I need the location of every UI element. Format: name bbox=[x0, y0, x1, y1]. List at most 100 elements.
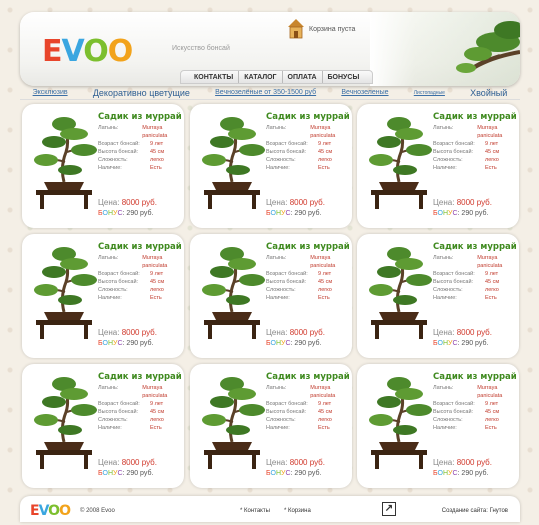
spec-height: Высота бонсай: 45 см bbox=[98, 149, 165, 155]
arrow-corner-icon[interactable]: ↗ bbox=[382, 502, 396, 516]
nav-contacts[interactable]: КОНТАКТЫ bbox=[189, 71, 240, 83]
product-price: Цена: 8000 руб. bbox=[433, 328, 492, 337]
product-bonus: БОНУС: 290 руб. bbox=[433, 340, 489, 347]
nav-catalog[interactable]: КАТАЛОГ bbox=[239, 71, 283, 83]
spec-availability: Наличие: Есть bbox=[266, 295, 330, 301]
product-bonus: БОНУС: 290 руб. bbox=[98, 340, 154, 347]
product-bonus: БОНУС: 290 руб. bbox=[98, 210, 154, 217]
spec-difficulty: Сложность: легко bbox=[266, 157, 332, 163]
product-card[interactable]: Садик из муррай Латынь: Murraya paniculat… bbox=[22, 104, 184, 228]
product-title[interactable]: Садик из муррай bbox=[98, 372, 182, 382]
footer-link-contacts[interactable]: * Контакты bbox=[240, 508, 270, 514]
spec-availability: Наличие: Есть bbox=[266, 165, 330, 171]
spec-height: Высота бонсай: 45 см bbox=[266, 409, 333, 415]
product-card[interactable]: Садик из муррай Латынь: Murraya paniculat… bbox=[22, 234, 184, 358]
spec-latin: Латынь: Murraya paniculata bbox=[98, 255, 168, 269]
product-price: Цена: 8000 руб. bbox=[433, 458, 492, 467]
spec-latin: Латынь: Murraya paniculata bbox=[266, 255, 336, 269]
category-bar: Эксклюзив Декоративно цветущие Вечнозелё… bbox=[20, 86, 520, 100]
category-flowering[interactable]: Декоративно цветущие bbox=[93, 88, 190, 98]
spec-age: Возраст бонсай: 9 лет bbox=[433, 401, 499, 407]
spec-difficulty: Сложность: легко bbox=[98, 157, 164, 163]
product-card[interactable]: Садик из муррай Латынь: Murraya paniculat… bbox=[190, 234, 352, 358]
product-title[interactable]: Садик из муррай bbox=[266, 242, 350, 252]
site-credit: Создание сайта: Гнутов bbox=[441, 508, 508, 514]
spec-difficulty: Сложность: легко bbox=[266, 287, 332, 293]
product-title[interactable]: Садик из муррай bbox=[266, 372, 350, 382]
product-title[interactable]: Садик из муррай bbox=[98, 242, 182, 252]
spec-availability: Наличие: Есть bbox=[98, 165, 162, 171]
spec-latin: Латынь: Murraya paniculata bbox=[433, 255, 503, 269]
spec-latin: Латынь: Murraya paniculata bbox=[433, 385, 503, 399]
footer-logo[interactable]: EVOO bbox=[30, 503, 71, 519]
product-card[interactable]: Садик из муррай Латынь: Murraya paniculat… bbox=[357, 234, 519, 358]
product-title[interactable]: Садик из муррай bbox=[433, 112, 517, 122]
product-card[interactable]: Садик из муррай Латынь: Murraya paniculat… bbox=[22, 364, 184, 488]
bonsai-header-image bbox=[370, 12, 520, 86]
nav-bonuses[interactable]: БОНУСЫ bbox=[323, 71, 365, 83]
product-title[interactable]: Садик из муррай bbox=[433, 372, 517, 382]
spec-availability: Наличие: Есть bbox=[433, 165, 497, 171]
product-price: Цена: 8000 руб. bbox=[266, 328, 325, 337]
product-card[interactable]: Садик из муррай Латынь: Murraya paniculat… bbox=[190, 364, 352, 488]
product-price: Цена: 8000 руб. bbox=[98, 198, 157, 207]
spec-difficulty: Сложность: легко bbox=[433, 287, 499, 293]
spec-height: Высота бонсай: 45 см bbox=[266, 149, 333, 155]
product-price: Цена: 8000 руб. bbox=[266, 458, 325, 467]
spec-height: Высота бонсай: 45 см bbox=[433, 149, 500, 155]
site-footer: EVOO © 2008 Evoo * Контакты * Корзина ↗ … bbox=[20, 496, 520, 522]
category-deciduous[interactable]: Листопадные bbox=[414, 90, 445, 96]
spec-height: Высота бонсай: 45 см bbox=[266, 279, 333, 285]
product-bonus: БОНУС: 290 руб. bbox=[433, 210, 489, 217]
category-evergreen[interactable]: Вечнозеленые bbox=[341, 89, 388, 96]
product-bonus: БОНУС: 290 руб. bbox=[98, 470, 154, 477]
product-title[interactable]: Садик из муррай bbox=[98, 112, 182, 122]
house-cart-icon bbox=[287, 18, 305, 40]
product-card[interactable]: Садик из муррай Латынь: Murraya paniculat… bbox=[357, 104, 519, 228]
spec-age: Возраст бонсай: 9 лет bbox=[98, 271, 164, 277]
spec-latin: Латынь: Murraya paniculata bbox=[266, 125, 336, 139]
spec-difficulty: Сложность: легко bbox=[266, 417, 332, 423]
spec-difficulty: Сложность: легко bbox=[433, 417, 499, 423]
category-evergreen-price[interactable]: Вечнозелёные от 350-1500 руб bbox=[215, 89, 316, 96]
spec-difficulty: Сложность: легко bbox=[433, 157, 499, 163]
site-logo[interactable]: EVOO bbox=[42, 34, 133, 69]
spec-availability: Наличие: Есть bbox=[98, 425, 162, 431]
spec-age: Возраст бонсай: 9 лет bbox=[266, 141, 332, 147]
spec-age: Возраст бонсай: 9 лет bbox=[98, 141, 164, 147]
spec-age: Возраст бонсай: 9 лет bbox=[433, 141, 499, 147]
product-title[interactable]: Садик из муррай bbox=[266, 112, 350, 122]
footer-link-cart[interactable]: * Корзина bbox=[284, 508, 311, 514]
spec-difficulty: Сложность: легко bbox=[98, 417, 164, 423]
spec-height: Высота бонсай: 45 см bbox=[433, 279, 500, 285]
site-header: EVOO Искусство бонсай Корзина пуста КОНТ… bbox=[20, 12, 520, 86]
product-bonus: БОНУС: 290 руб. bbox=[266, 210, 322, 217]
product-card[interactable]: Садик из муррай Латынь: Murraya paniculat… bbox=[190, 104, 352, 228]
copyright-text: © 2008 Evoo bbox=[80, 508, 115, 514]
category-coniferous[interactable]: Хвойный bbox=[470, 88, 507, 98]
spec-height: Высота бонсай: 45 см bbox=[98, 409, 165, 415]
spec-difficulty: Сложность: легко bbox=[98, 287, 164, 293]
cart-status-text: Корзина пуста bbox=[309, 25, 356, 33]
product-bonus: БОНУС: 290 руб. bbox=[433, 470, 489, 477]
spec-height: Высота бонсай: 45 см bbox=[433, 409, 500, 415]
spec-latin: Латынь: Murraya paniculata bbox=[98, 385, 168, 399]
spec-latin: Латынь: Murraya paniculata bbox=[433, 125, 503, 139]
nav-payment[interactable]: ОПЛАТА bbox=[283, 71, 323, 83]
spec-age: Возраст бонсай: 9 лет bbox=[433, 271, 499, 277]
category-exclusive[interactable]: Эксклюзив bbox=[33, 89, 68, 96]
product-price: Цена: 8000 руб. bbox=[266, 198, 325, 207]
product-price: Цена: 8000 руб. bbox=[433, 198, 492, 207]
top-nav: КОНТАКТЫ КАТАЛОГ ОПЛАТА БОНУСЫ bbox=[180, 70, 374, 84]
spec-height: Высота бонсай: 45 см bbox=[98, 279, 165, 285]
product-bonus: БОНУС: 290 руб. bbox=[266, 340, 322, 347]
spec-availability: Наличие: Есть bbox=[433, 295, 497, 301]
product-price: Цена: 8000 руб. bbox=[98, 458, 157, 467]
product-title[interactable]: Садик из муррай bbox=[433, 242, 517, 252]
spec-latin: Латынь: Murraya paniculata bbox=[266, 385, 336, 399]
product-price: Цена: 8000 руб. bbox=[98, 328, 157, 337]
spec-availability: Наличие: Есть bbox=[433, 425, 497, 431]
spec-availability: Наличие: Есть bbox=[266, 425, 330, 431]
product-card[interactable]: Садик из муррай Латынь: Murraya paniculat… bbox=[357, 364, 519, 488]
cart-widget[interactable]: Корзина пуста bbox=[287, 18, 355, 40]
